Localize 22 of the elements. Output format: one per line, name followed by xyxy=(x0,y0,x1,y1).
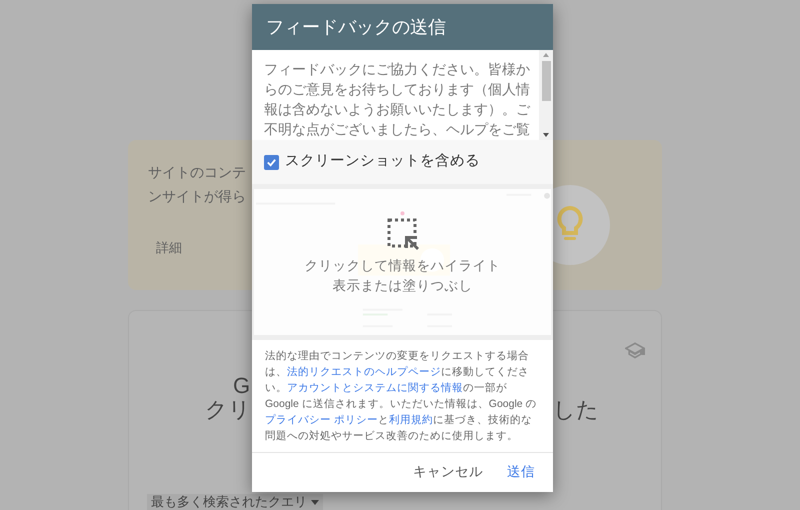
details-link[interactable]: 詳細 xyxy=(156,238,182,258)
graduation-cap-icon xyxy=(625,341,645,359)
scrollbar[interactable] xyxy=(539,50,553,140)
highlight-select-icon xyxy=(386,218,418,250)
legal-link[interactable]: 法的リクエストのヘルプページ xyxy=(287,366,441,378)
include-screenshot-checkbox[interactable] xyxy=(264,154,279,170)
card-subheading: した xyxy=(553,396,599,424)
caret-icon xyxy=(311,500,319,504)
feedback-message: フィードバックにご協力ください。皆様からのご意見をお待ちしております（個人情報は含めないようお願いいたします）。ご不明な点がございましたら、ヘルプをご覧 xyxy=(264,60,532,139)
checkmark-icon xyxy=(266,156,277,168)
checkbox-label: スクリーンショットを含める xyxy=(285,152,480,172)
cancel-button[interactable]: キャンセル xyxy=(405,456,491,489)
dialog-title: フィードバックの送信 xyxy=(266,16,446,38)
legal-link[interactable]: アカウントとシステムに関する情報 xyxy=(287,382,463,394)
legal-link[interactable]: 利用規約 xyxy=(388,414,433,426)
tip-text: サイトのコンテ xyxy=(148,163,246,182)
highlight-hint: クリックして情報をハイライト表示または塗りつぶし xyxy=(304,257,502,295)
query-dropdown[interactable]: 最も多く検索されたクエリ xyxy=(147,494,323,510)
send-button[interactable]: 送信 xyxy=(499,456,543,489)
legal-link[interactable]: プライバシー ポリシー xyxy=(265,414,378,426)
legal-notice: 法的な理由でコンテンツの変更をリクエストする場合は、法的リクエストのヘルプページ に移動してください。アカウントとシステムに関する情報の一部が Google に送信されます。いただいた情報は、Google の プライバシー ポリシー と 利用規約に基づき、技術的な問題への対処やサービス改善のために使用します。 xyxy=(252,340,553,453)
tip-text: ンサイトが得ら xyxy=(148,187,246,206)
